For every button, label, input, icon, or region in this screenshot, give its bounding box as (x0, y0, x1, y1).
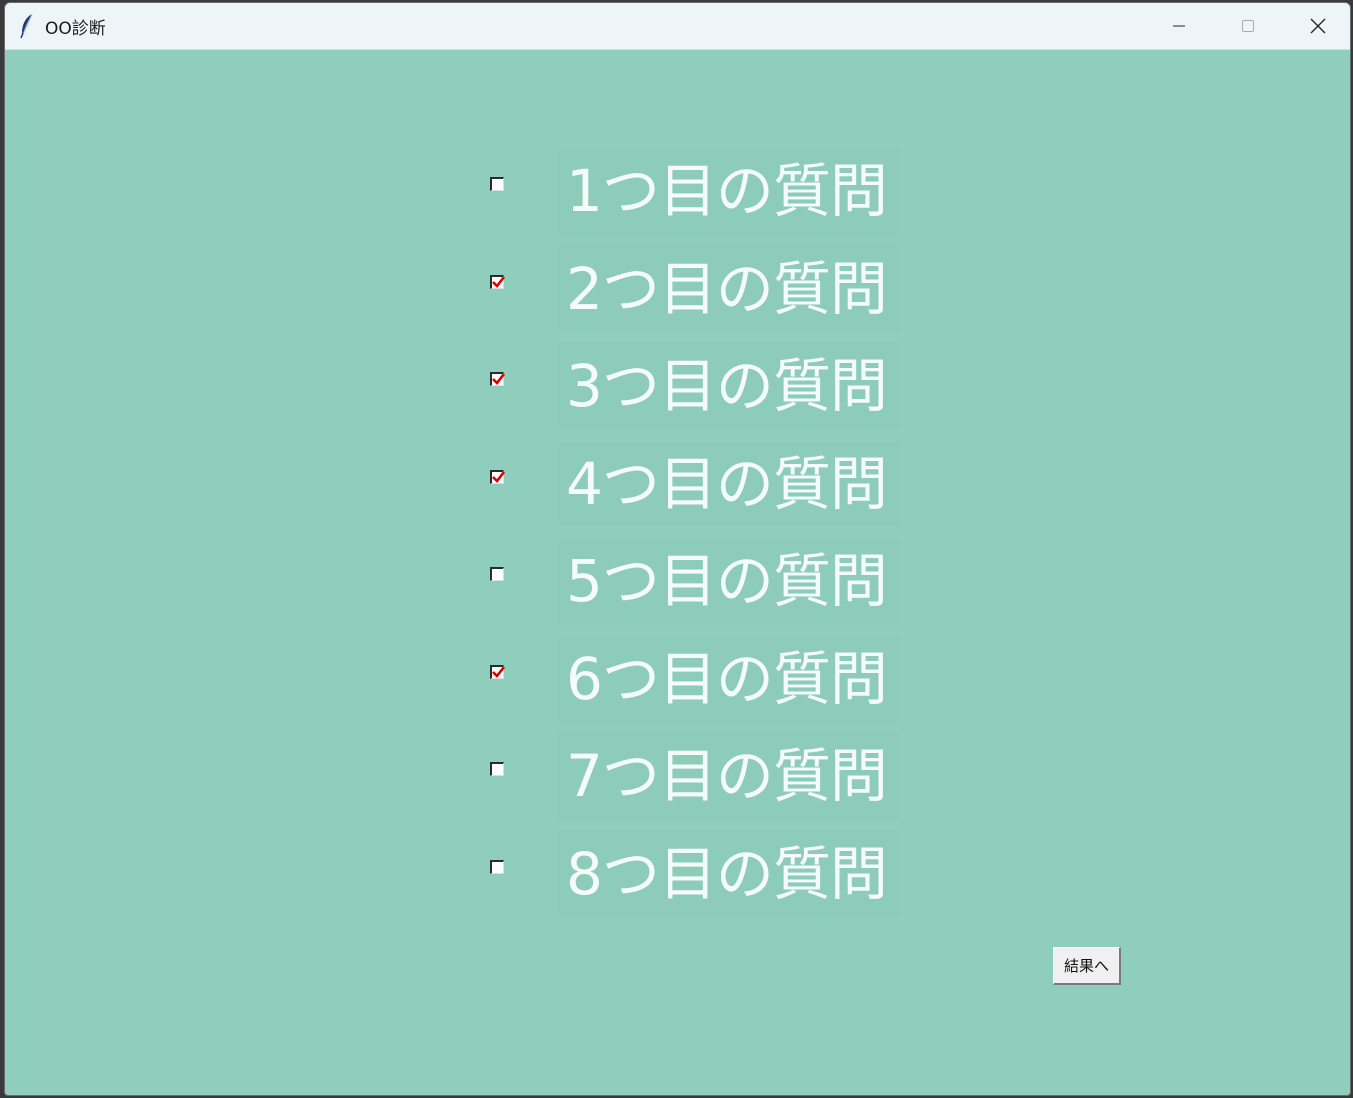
question-label[interactable]: 4つ目の質問 (558, 440, 900, 527)
question-checkbox[interactable] (487, 174, 507, 194)
question-panel: 結果へ 1つ目の質問 2つ目の質問 3つ目の質問 4つ目の質問 5つ目の質問 6つ目の質問… (5, 50, 1350, 1095)
question-row: 4つ目の質問 (5, 440, 1350, 527)
question-label[interactable]: 1つ目の質問 (558, 148, 900, 234)
window-title: OO診断 (45, 19, 106, 39)
question-checkbox[interactable] (487, 369, 507, 389)
question-checkbox[interactable] (487, 271, 507, 292)
question-checkbox[interactable] (487, 564, 507, 584)
checkbox-box (490, 762, 504, 776)
maximize-button[interactable] (1218, 3, 1278, 49)
question-checkbox[interactable] (487, 466, 507, 487)
checkbox-box (490, 567, 504, 581)
question-label[interactable]: 5つ目の質問 (558, 538, 900, 624)
question-row: 3つ目の質問 (5, 343, 1350, 429)
minimize-icon (1173, 25, 1185, 27)
checkbox-box (490, 469, 506, 484)
question-row: 6つ目の質問 (5, 635, 1350, 722)
checkbox-box (490, 274, 506, 289)
question-checkbox[interactable] (487, 661, 507, 682)
result-button[interactable]: 結果へ (1053, 947, 1121, 985)
check-icon (492, 373, 506, 385)
question-row: 1つ目の質問 (5, 148, 1350, 234)
question-row: 7つ目の質問 (5, 733, 1350, 819)
question-row: 5つ目の質問 (5, 538, 1350, 624)
maximize-icon (1242, 20, 1254, 32)
checkbox-box (490, 372, 506, 386)
question-label[interactable]: 7つ目の質問 (558, 733, 900, 819)
question-checkbox[interactable] (487, 759, 507, 779)
app-window: OO診断 結果へ 1つ目の質問 2つ目の質問 3つ目の質問 4つ目の質問 5つ目の質問 6… (4, 2, 1351, 1096)
close-icon (1310, 18, 1326, 34)
check-icon (492, 665, 506, 678)
question-label[interactable]: 8つ目の質問 (558, 830, 900, 917)
question-row: 8つ目の質問 (5, 830, 1350, 917)
check-icon (492, 275, 506, 288)
check-icon (492, 470, 506, 483)
title-bar[interactable]: OO診断 (5, 3, 1350, 50)
checkbox-box (490, 177, 504, 191)
close-button[interactable] (1288, 3, 1348, 49)
checkbox-box (490, 664, 506, 679)
question-row: 2つ目の質問 (5, 245, 1350, 332)
question-label[interactable]: 3つ目の質問 (558, 343, 900, 429)
feather-icon (20, 13, 33, 39)
question-checkbox[interactable] (487, 856, 507, 877)
checkbox-box (490, 859, 504, 874)
question-label[interactable]: 2つ目の質問 (558, 245, 900, 332)
minimize-button[interactable] (1149, 3, 1209, 49)
question-label[interactable]: 6つ目の質問 (558, 635, 900, 722)
